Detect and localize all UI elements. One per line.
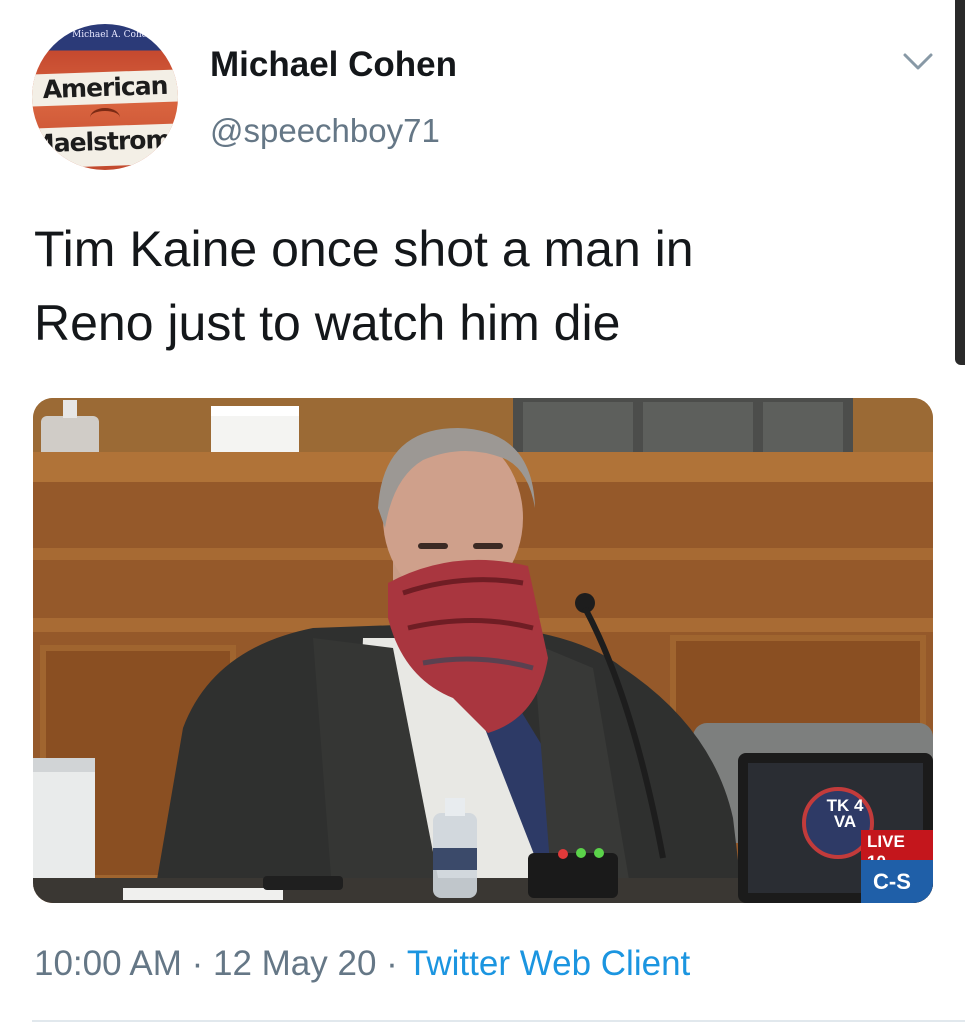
tweet-meta: 10:00 AM · 12 May 20 · Twitter Web Clien… (34, 944, 690, 984)
author-handle[interactable]: @speechboy71 (210, 112, 440, 150)
network-badge: C-S (861, 860, 933, 903)
meta-separator: · (181, 944, 213, 983)
avatar-top-text: Michael A. Cohen (72, 30, 153, 40)
tweet-time[interactable]: 10:00 AM (34, 944, 182, 983)
tweet-page: Michael A. Cohen American Maelstrom Mich… (0, 0, 965, 1024)
avatar[interactable]: Michael A. Cohen American Maelstrom (32, 24, 178, 170)
tweet-media-photo[interactable]: TK 4 VA LIVE 10 C-S (33, 398, 933, 903)
tweet-client-link[interactable]: Twitter Web Client (407, 944, 690, 983)
chevron-down-icon[interactable] (902, 50, 934, 74)
divider (32, 1020, 965, 1022)
author-name[interactable]: Michael Cohen (210, 45, 457, 85)
meta-separator: · (376, 944, 407, 983)
avatar-bird-icon (90, 108, 120, 127)
avatar-word-maelstrom: Maelstrom (32, 123, 178, 169)
scrollbar[interactable] (955, 0, 965, 365)
tweet-text-line-1: Tim Kaine once shot a man in (34, 221, 694, 277)
overlay-logo: TK 4 VA (826, 796, 864, 831)
tweet-text: Tim Kaine once shot a man in Reno just t… (34, 212, 914, 360)
tweet-date[interactable]: 12 May 20 (213, 944, 376, 983)
tweet-text-line-2: Reno just to watch him die (34, 295, 621, 351)
photo-of-senator-with-bandana (33, 398, 933, 903)
avatar-word-american: American (32, 69, 178, 107)
